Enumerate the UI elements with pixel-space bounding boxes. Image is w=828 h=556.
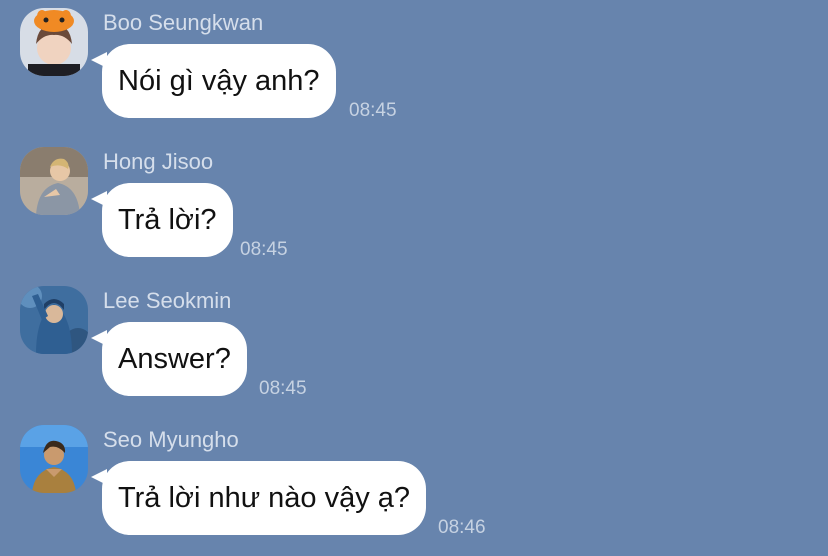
avatar[interactable]: [20, 147, 88, 215]
message-bubble[interactable]: Answer?: [102, 322, 247, 396]
avatar[interactable]: [20, 286, 88, 354]
sender-name: Seo Myungho: [103, 427, 239, 452]
message-row: Seo Myungho Trả lời như nào vậy ạ? 08:46: [0, 417, 828, 547]
message-row: Boo Seungkwan Nói gì vậy anh? 08:45: [0, 0, 828, 130]
message-bubble[interactable]: Trả lời như nào vậy ạ?: [102, 461, 427, 535]
user-photo-icon: [20, 425, 88, 493]
avatar[interactable]: [20, 8, 88, 76]
message-bubble[interactable]: Nói gì vậy anh?: [102, 44, 336, 118]
message-row: Lee Seokmin Answer? 08:45: [0, 278, 828, 408]
message-timestamp: 08:46: [438, 517, 486, 538]
sender-name: Lee Seokmin: [103, 288, 232, 313]
user-photo-icon: [20, 8, 88, 76]
avatar[interactable]: [20, 425, 88, 493]
message-timestamp: 08:45: [240, 239, 288, 260]
message-timestamp: 08:45: [349, 100, 397, 121]
sender-name: Hong Jisoo: [103, 149, 214, 174]
message-timestamp: 08:45: [259, 378, 307, 399]
message-row: Hong Jisoo Trả lời? 08:45: [0, 139, 828, 269]
user-photo-icon: [20, 147, 88, 215]
sender-name: Boo Seungkwan: [103, 10, 264, 35]
user-photo-icon: [20, 286, 88, 354]
message-bubble[interactable]: Trả lời?: [102, 183, 233, 257]
